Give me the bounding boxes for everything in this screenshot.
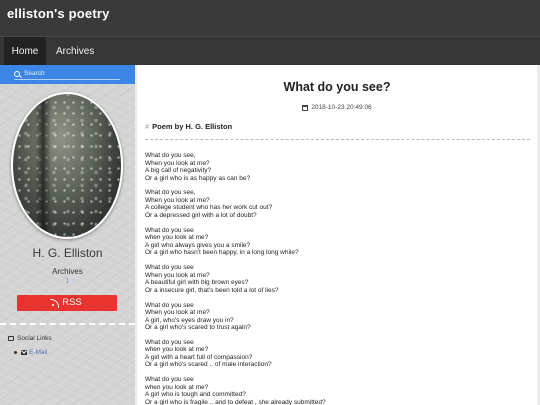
poem-line: What do you see,: [145, 189, 196, 197]
poem-stanza: What do you see when you look at me? A gir…: [145, 227, 530, 257]
contact-card-icon: [8, 336, 14, 341]
rss-label: RSS: [62, 297, 82, 308]
poem-line: A girl who is tough and committed?: [145, 391, 246, 399]
post-heading-text: Poem by H. G. Elliston: [152, 122, 233, 131]
post-content: What do you see? 2018-10-23 20:49:06 # Po…: [137, 65, 537, 405]
poem-line: What do you see: [145, 301, 194, 309]
poem-stanza: What do you see when you look at me? A gir…: [145, 339, 530, 369]
search-bar: Search: [0, 65, 135, 84]
poem-line: when you look at me?: [145, 383, 209, 391]
post-divider: [145, 139, 530, 140]
poem-line: A girl, who's eyes draw you in?: [145, 316, 234, 324]
post-heading: # Poem by H. G. Elliston: [145, 122, 232, 131]
poem-line: What do you see: [145, 226, 194, 234]
poem-line: Or a girl who's scared .. of male intera…: [145, 361, 272, 369]
poem-line: A beautiful girl with big brown eyes?: [145, 279, 249, 287]
poem-line: Or a girl who is as happy as can be?: [145, 174, 251, 182]
envelope-icon: [21, 350, 27, 355]
post-title: What do you see?: [283, 80, 391, 94]
heading-anchor[interactable]: #: [145, 122, 149, 131]
search-icon: [14, 71, 20, 77]
poem-line: A big call of negativity?: [145, 167, 212, 174]
poem-stanza: What do you see, When you look at me? A co…: [145, 189, 530, 219]
poem-stanza: What do you see When you look at me? A gir…: [145, 302, 530, 332]
poem-stanza: What do you see when you look at me? A gir…: [145, 376, 530, 405]
rss-icon: [50, 298, 60, 308]
sidebar-divider: [0, 323, 135, 325]
email-label: E-Mail: [29, 349, 48, 356]
archives-link[interactable]: Archives: [0, 267, 135, 276]
post-date-text: 2018-10-23 20:49:06: [311, 104, 372, 111]
avatar: [11, 92, 123, 239]
poem-line: What do you see: [145, 264, 194, 272]
poem-line: A girl with a heart full of compassion?: [145, 353, 253, 361]
poem-line: when you look at me?: [145, 234, 209, 242]
nav-home[interactable]: Home: [4, 37, 46, 66]
poem-line: When you look at me?: [145, 159, 210, 167]
social-links-title: Social Links: [17, 335, 52, 342]
poem-line: Or a insecure girl, that's been told a l…: [145, 286, 279, 294]
poem-line: What do you see: [145, 338, 194, 346]
poem-line: What do you see,: [145, 152, 196, 159]
site-title[interactable]: elliston's poetry: [7, 6, 110, 21]
poem-line: What do you see: [145, 376, 194, 384]
poem-line: Or a girl who's scared to trust again?: [145, 324, 251, 332]
archives-count[interactable]: 1: [0, 278, 135, 285]
poem-line: Or a girl who hasn't been happy, in a lo…: [145, 249, 299, 257]
nav-archives[interactable]: Archives: [48, 37, 102, 66]
post-date: 2018-10-23 20:49:06: [137, 104, 537, 111]
poem-line: When you look at me?: [145, 271, 210, 279]
poem-line: Or a girl who is fragile .. and to defea…: [145, 398, 326, 405]
poem-stanza: What do you see, When you look at me? A bi…: [145, 152, 530, 182]
calendar-icon: [302, 104, 309, 111]
poem-line: When you look at me?: [145, 196, 210, 204]
social-links-heading: Social Links: [8, 335, 52, 342]
list-bullet: [14, 351, 17, 354]
poem-line: when you look at me?: [145, 346, 209, 354]
poem-line: A girl who always gives you a smile?: [145, 241, 251, 249]
search-input[interactable]: Search: [14, 69, 120, 80]
rss-button[interactable]: RSS: [17, 295, 117, 311]
search-placeholder: Search: [24, 70, 45, 77]
poem-stanza: What do you see When you look at me? A bea…: [145, 264, 530, 294]
email-link[interactable]: E-Mail: [14, 349, 47, 356]
nav-bar: Home Archives: [0, 36, 540, 66]
poem-line: When you look at me?: [145, 309, 210, 317]
top-bar: elliston's poetry: [0, 0, 540, 36]
poem-body: What do you see, When you look at me? A bi…: [145, 152, 530, 405]
poem-line: Or a depressed girl with a lot of doubt?: [145, 211, 257, 219]
sidebar: Search H. G. Elliston Archives 1 RSS Soc…: [0, 65, 135, 405]
poem-line: A college student who has her work cut o…: [145, 204, 273, 212]
author-name: H. G. Elliston: [32, 246, 103, 260]
